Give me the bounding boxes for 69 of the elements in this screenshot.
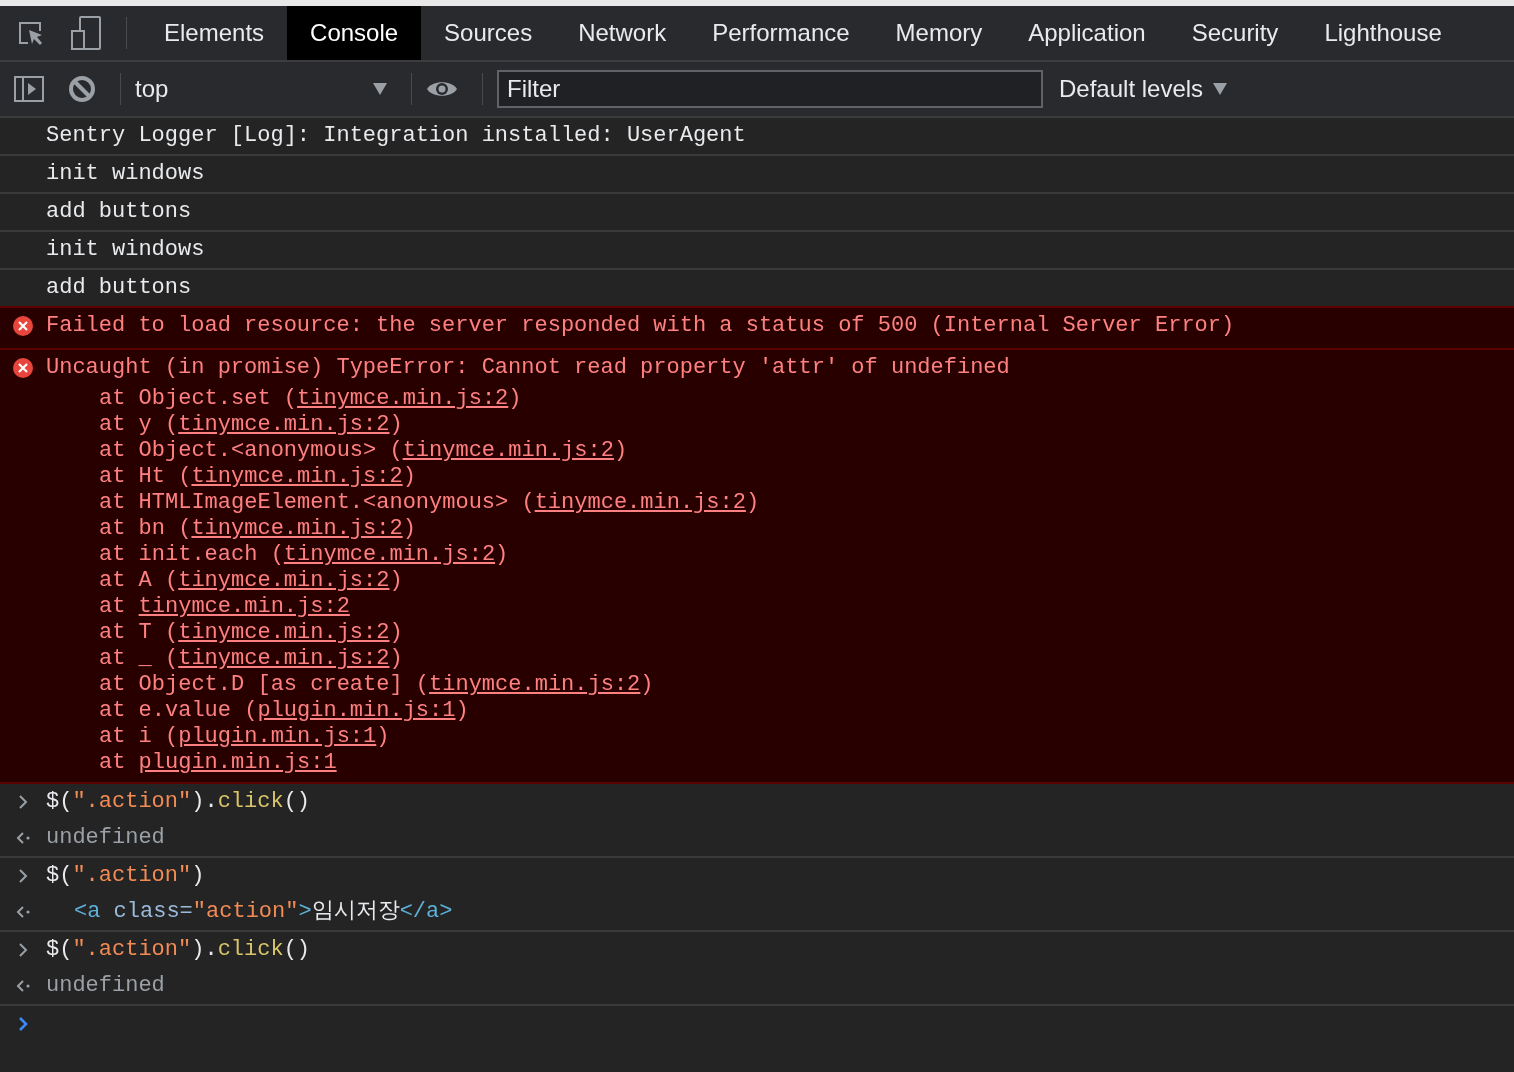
command-text: $(".action") (46, 862, 205, 890)
caret-icon (373, 83, 387, 95)
stack-frame: at i (plugin.min.js:1) (46, 724, 1010, 750)
source-link[interactable]: plugin.min.js:1 (257, 698, 456, 723)
caret-icon (1213, 83, 1228, 95)
log-message: init windows (46, 236, 205, 264)
stack-frame: at Object.set (tinymce.min.js:2) (46, 386, 1010, 412)
chevron-icon (18, 868, 28, 884)
tab[interactable]: Performance (689, 6, 873, 60)
tab[interactable]: Security (1168, 6, 1302, 60)
chevron-icon (18, 794, 28, 810)
chevron-icon (18, 942, 28, 958)
stack-frame: at tinymce.min.js:2 (46, 594, 1010, 620)
stack-frame: at plugin.min.js:1 (46, 750, 1010, 776)
source-link[interactable]: plugin.min.js:1 (178, 724, 377, 749)
tab[interactable]: Lighthouse (1301, 6, 1465, 60)
source-link[interactable]: tinymce.min.js:2 (178, 412, 390, 437)
command-text: $(".action").click() (46, 936, 311, 964)
command-text: $(".action").click() (46, 788, 311, 816)
stack-frame: at y (tinymce.min.js:2) (46, 412, 1010, 438)
tab[interactable]: Elements (141, 6, 288, 60)
stack-frame: at Ht (tinymce.min.js:2) (46, 464, 1010, 490)
return-arrow-icon (15, 905, 31, 919)
stack-frame: at _ (tinymce.min.js:2) (46, 646, 1010, 672)
source-link[interactable]: tinymce.min.js:2 (138, 594, 350, 619)
source-link[interactable]: tinymce.min.js:2 (534, 490, 746, 515)
stack-frame: at Object.D [as create] (tinymce.min.js:2) (46, 672, 1010, 698)
stack-frame: at T (tinymce.min.js:2) (46, 620, 1010, 646)
sidebar-toggle-icon[interactable] (14, 76, 44, 102)
source-link[interactable]: tinymce.min.js:2 (178, 646, 390, 671)
device-icon[interactable] (70, 16, 102, 50)
clear-icon[interactable] (68, 75, 96, 103)
source-link[interactable]: tinymce.min.js:2 (429, 672, 641, 697)
source-link[interactable]: tinymce.min.js:2 (191, 516, 403, 541)
return-arrow-icon (15, 831, 31, 845)
stack-frame: at A (tinymce.min.js:2) (46, 568, 1010, 594)
prompt-icon[interactable] (18, 1016, 28, 1032)
source-link[interactable]: tinymce.min.js:2 (297, 386, 509, 411)
stack-frame: at e.value (plugin.min.js:1) (46, 698, 1010, 724)
tab[interactable]: Sources (421, 6, 556, 60)
source-link[interactable]: tinymce.min.js:2 (178, 620, 390, 645)
return-value: undefined (46, 972, 165, 1000)
tab[interactable]: Application (1005, 6, 1169, 60)
log-message: Sentry Logger [Log]: Integration installed: UserAgent (46, 122, 746, 150)
stack-frame: at HTMLImageElement.<anonymous> (tinymce.min.js:2) (46, 490, 1010, 516)
source-link[interactable]: tinymce.min.js:2 (402, 438, 614, 463)
source-link[interactable]: tinymce.min.js:2 (178, 568, 390, 593)
filter-field[interactable]: Filter (497, 70, 1043, 108)
stack-frame: at bn (tinymce.min.js:2) (46, 516, 1010, 542)
context-dropdown[interactable]: top (135, 75, 395, 103)
return-value: undefined (46, 824, 165, 852)
log-message: add buttons (46, 198, 192, 226)
tab[interactable]: Memory (872, 6, 1006, 60)
error-message: Uncaught (in promise) TypeError: Cannot read property 'attr' of undefined (46, 354, 1010, 382)
error-icon (13, 316, 33, 336)
error-icon (13, 358, 33, 378)
tab[interactable]: Network (555, 6, 690, 60)
stack-frame: at init.each (tinymce.min.js:2) (46, 542, 1010, 568)
log-message: init windows (46, 160, 205, 188)
source-link[interactable]: tinymce.min.js:2 (191, 464, 403, 489)
stack-frame: at Object.<anonymous> (tinymce.min.js:2) (46, 438, 1010, 464)
error-message: Failed to load resource: the server responded with a status of 500 (Internal Server Error) (46, 312, 1235, 340)
log-message: add buttons (46, 274, 192, 302)
source-link[interactable]: plugin.min.js:1 (138, 750, 337, 775)
return-arrow-icon (15, 979, 31, 993)
tab[interactable]: Console (287, 6, 422, 60)
levels-dropdown[interactable]: Default levels (1059, 75, 1228, 103)
element-node[interactable]: <a class="action">임시저장</a> (46, 894, 453, 930)
source-link[interactable]: tinymce.min.js:2 (283, 542, 496, 567)
